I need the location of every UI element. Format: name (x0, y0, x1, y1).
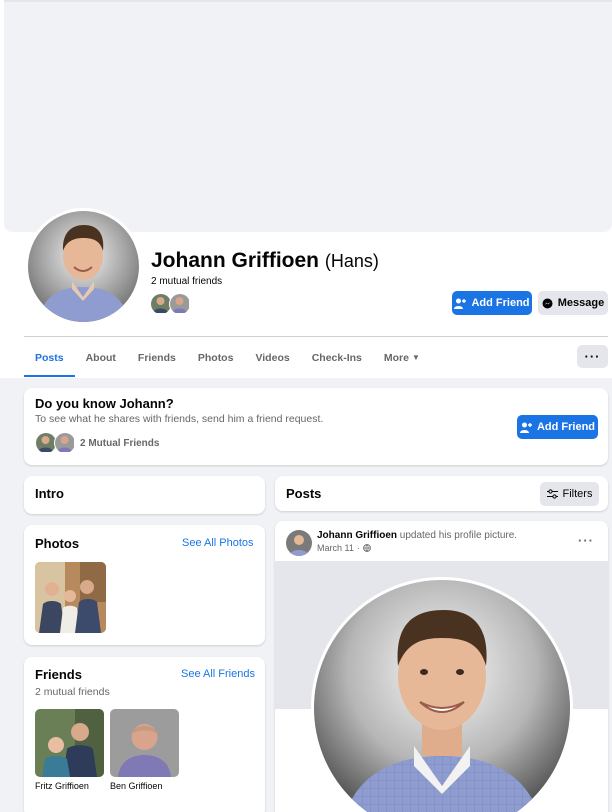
profile-name: Johann Griffioen (Hans) (151, 249, 379, 273)
friend-photo (110, 709, 179, 777)
post-card: Johann Griffioen updated his profile pic… (275, 521, 608, 812)
photos-card: Photos See All Photos (24, 525, 265, 645)
friend-suggestion-mutuals[interactable]: 2 Mutual Friends (35, 432, 159, 454)
friend-suggestion-subtitle: To see what he shares with friends, send… (35, 413, 324, 425)
add-friend-button[interactable]: Add Friend (452, 291, 532, 315)
header-divider (24, 336, 608, 337)
tab-label: About (85, 351, 116, 364)
tab-photos[interactable]: Photos (187, 338, 245, 377)
filters-label: Filters (562, 488, 593, 500)
tab-more[interactable]: More ▼ (373, 338, 431, 377)
friend-suggestion-title: Do you know Johann? (35, 396, 174, 411)
friends-card: Friends See All Friends 2 mutual friends… (24, 657, 265, 812)
tab-label: Posts (35, 351, 64, 364)
tab-posts[interactable]: Posts (24, 338, 75, 377)
tab-label: Friends (137, 351, 176, 364)
mutual-friend-avatar[interactable] (169, 293, 191, 315)
photo-thumbnail[interactable] (35, 562, 106, 633)
intro-card: Intro (24, 476, 265, 514)
tab-about[interactable]: About (75, 338, 127, 377)
post-author-name[interactable]: Johann Griffioen (317, 530, 397, 541)
posts-title: Posts (286, 486, 322, 501)
tab-videos[interactable]: Videos (244, 338, 300, 377)
post-action-text: updated his profile picture. (399, 530, 518, 541)
globe-icon (363, 544, 371, 552)
friends-mutual-count: 2 mutual friends (35, 686, 110, 698)
tab-label: More (383, 351, 409, 364)
see-all-friends-link[interactable]: See All Friends (181, 668, 255, 680)
mutual-friends-link: 2 Mutual Friends (80, 437, 160, 449)
profile-header: Johann Griffioen (Hans) 2 mutual friends… (0, 0, 612, 378)
filter-sliders-icon (546, 489, 558, 499)
post-options-button[interactable]: ··· (578, 533, 594, 548)
mutual-friend-avatar (54, 432, 76, 454)
post-date[interactable]: March 11 (317, 543, 354, 553)
intro-title: Intro (35, 486, 64, 501)
messenger-icon (542, 298, 553, 308)
friend-tile[interactable]: Ben Griffioen (110, 709, 179, 791)
add-friend-label: Add Friend (471, 297, 530, 309)
post-headline: Johann Griffioen updated his profile pic… (317, 530, 517, 541)
cover-photo[interactable] (4, 0, 612, 232)
tab-label: Videos (255, 351, 290, 364)
message-label: Message (557, 297, 605, 309)
mutual-friends-avatars (150, 293, 191, 315)
caret-down-icon: ▼ (411, 353, 420, 362)
add-person-icon (454, 298, 467, 309)
profile-picture[interactable] (25, 208, 142, 325)
friends-title: Friends (35, 667, 82, 682)
message-button[interactable]: Message (538, 291, 608, 315)
mutual-friends-count[interactable]: 2 mutual friends (151, 276, 222, 287)
friend-name: Ben Griffioen (110, 781, 163, 791)
add-person-icon (519, 422, 532, 433)
posts-header-card: Posts Filters (275, 476, 608, 511)
profile-nickname: (Hans) (324, 251, 379, 271)
meta-separator: · (356, 543, 360, 553)
tab-label: Photos (197, 351, 234, 364)
see-all-photos-link[interactable]: See All Photos (182, 537, 254, 549)
tab-check-ins[interactable]: Check-Ins (301, 338, 373, 377)
friend-photo (35, 709, 104, 777)
friend-name: Fritz Griffioen (35, 781, 89, 791)
tab-friends[interactable]: Friends (127, 338, 187, 377)
post-author-avatar[interactable] (286, 530, 312, 556)
photos-title: Photos (35, 536, 80, 551)
add-friend-label: Add Friend (536, 421, 596, 433)
more-options-button[interactable]: ··· (577, 345, 608, 368)
tab-label: Check-Ins (311, 351, 362, 364)
post-profile-photo (311, 577, 573, 812)
friend-tile[interactable]: Fritz Griffioen (35, 709, 104, 791)
profile-tabs: Posts About Friends Photos Videos Check-… (24, 338, 431, 377)
filters-button[interactable]: Filters (540, 482, 599, 506)
friend-suggestion-card: Do you know Johann? To see what he share… (24, 388, 608, 465)
post-media[interactable] (275, 561, 608, 812)
profile-name-text: Johann Griffioen (151, 249, 319, 272)
add-friend-button-secondary[interactable]: Add Friend (517, 415, 598, 439)
post-meta: March 11 · (317, 543, 371, 553)
